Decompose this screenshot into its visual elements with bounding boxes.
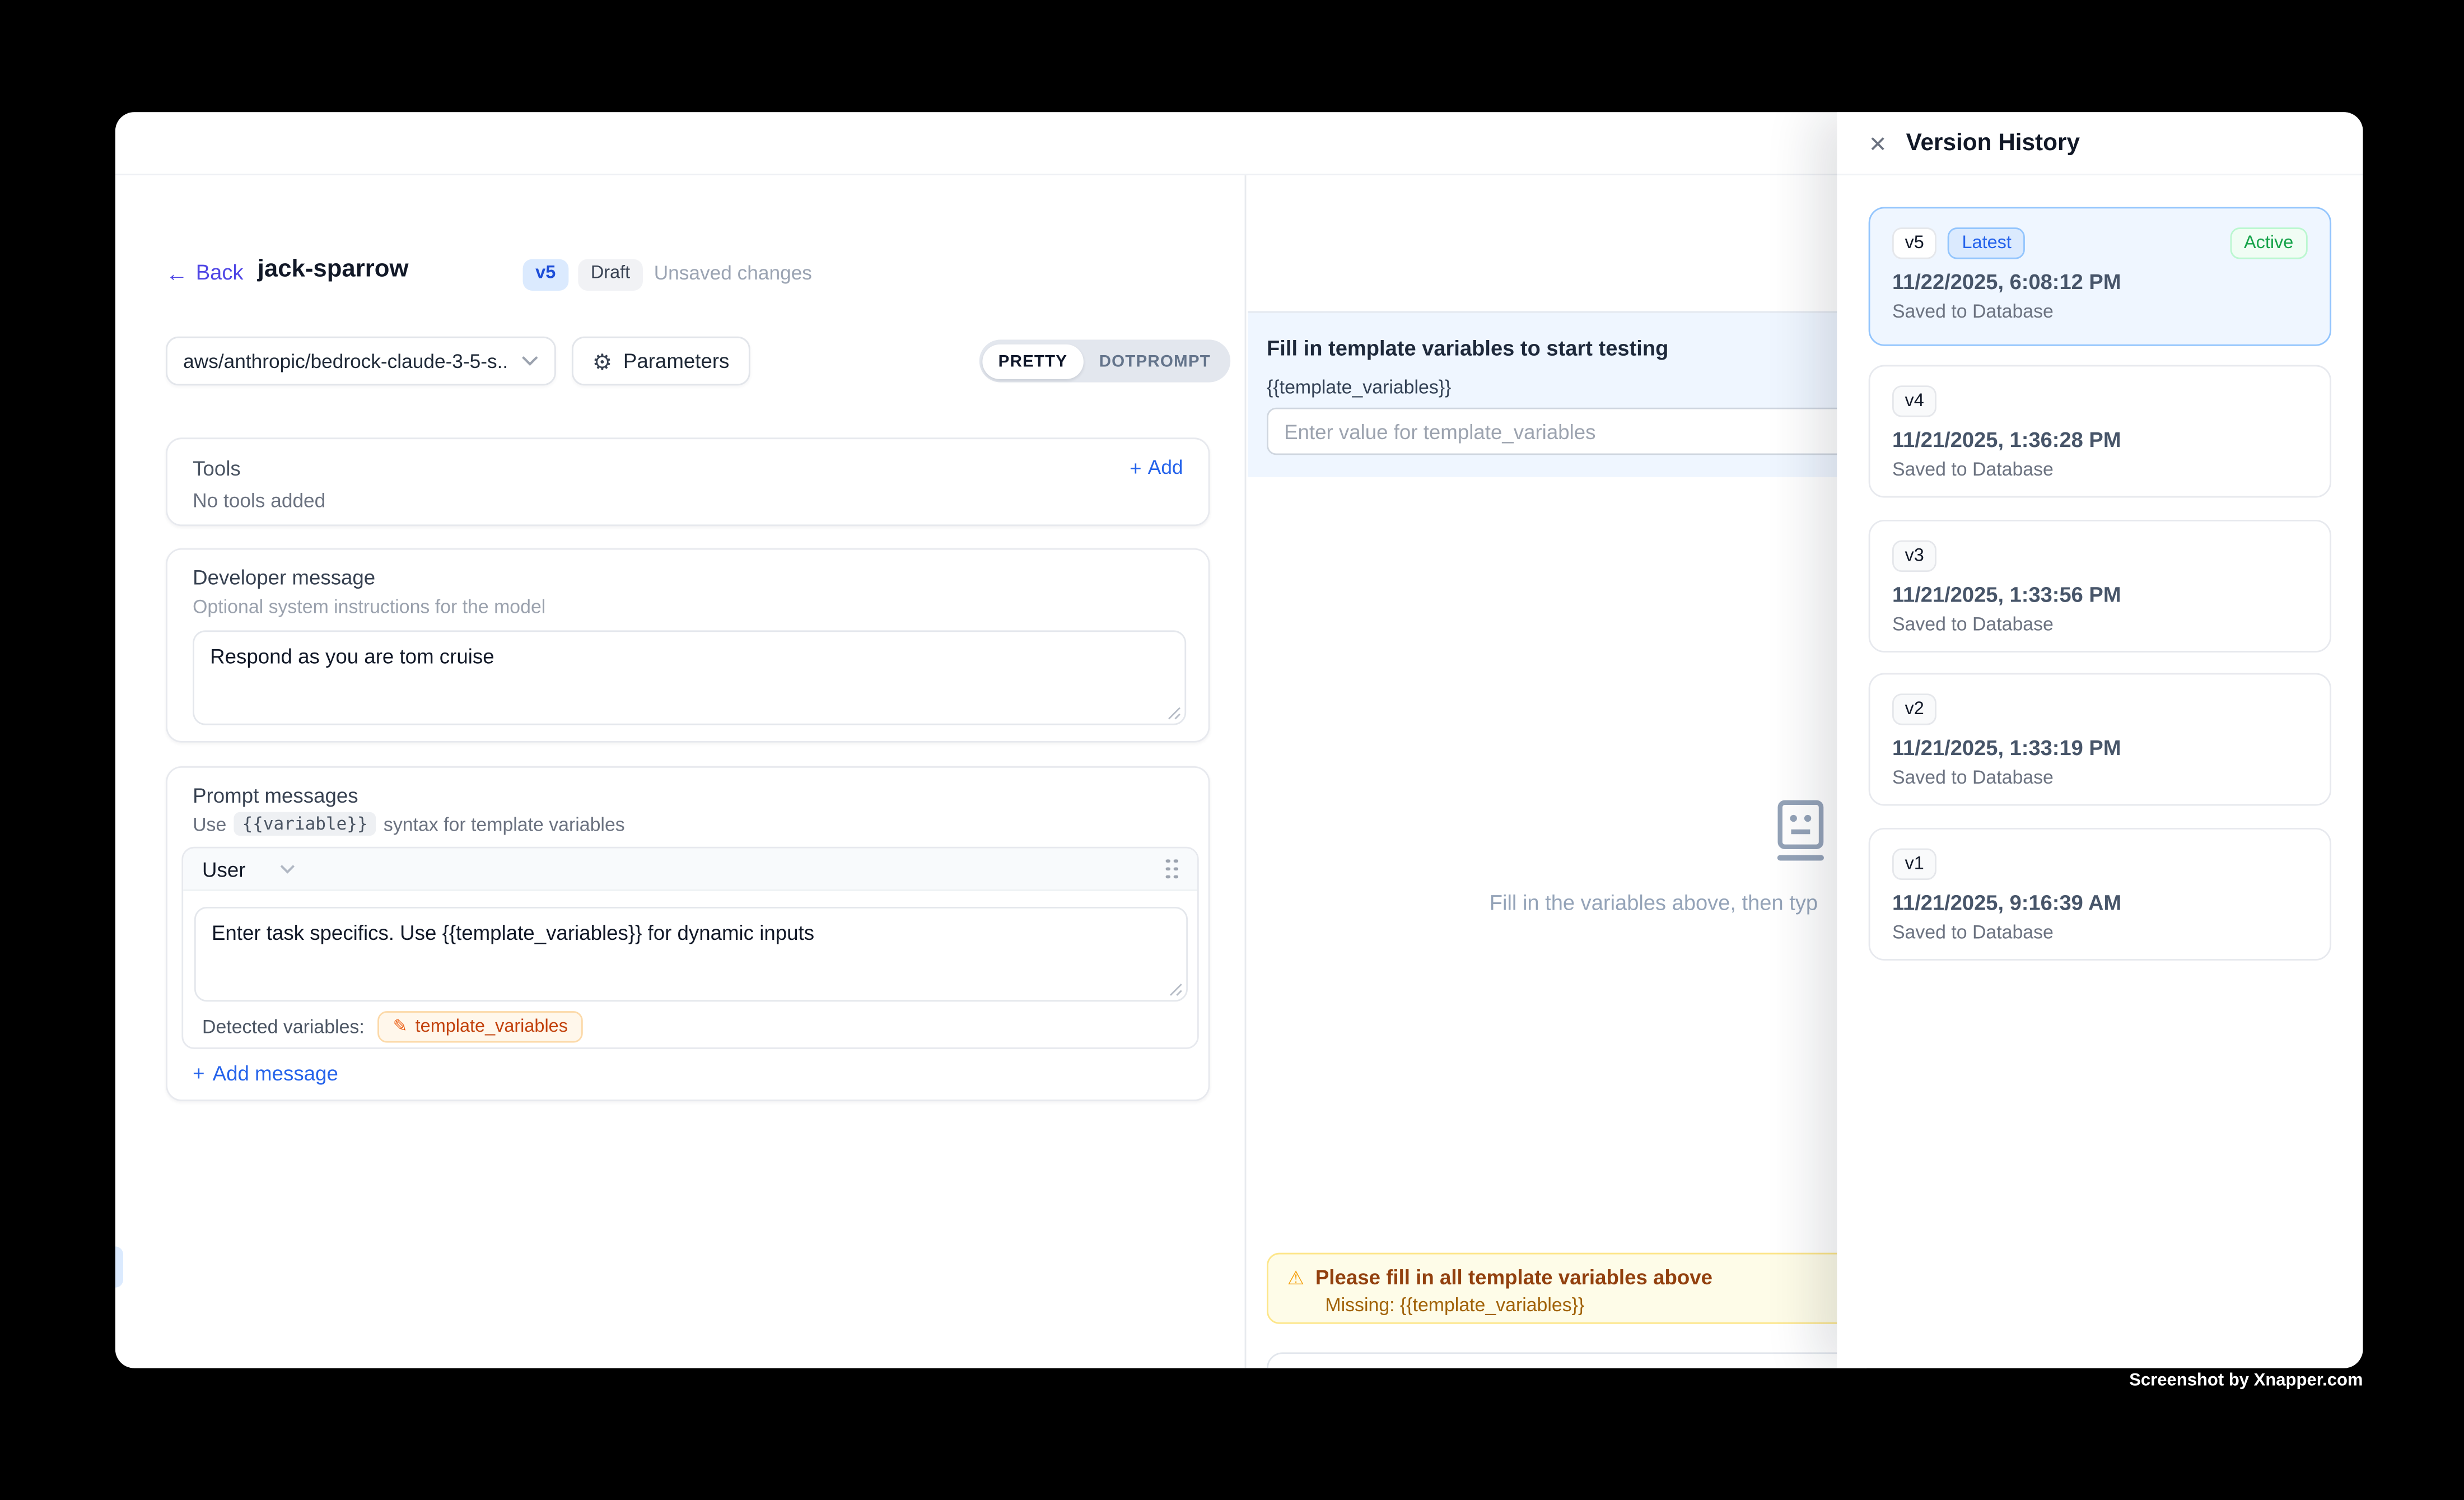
plus-icon: + (193, 1063, 204, 1084)
version-saved-text: Saved to Database (1892, 921, 2054, 943)
toggle-pretty[interactable]: PRETTY (982, 343, 1083, 378)
prompt-messages-title: Prompt messages (193, 784, 358, 807)
developer-message-title: Developer message (193, 566, 375, 589)
version-timestamp: 11/21/2025, 1:33:19 PM (1892, 736, 2121, 760)
version-card-v5[interactable]: v5 Latest Active 11/22/2025, 6:08:12 PM … (1869, 207, 2331, 346)
developer-message-subtitle: Optional system instructions for the mod… (193, 595, 545, 617)
subtitle-suffix: syntax for template variables (384, 813, 625, 835)
version-saved-text: Saved to Database (1892, 300, 2054, 322)
template-variables-header: Fill in template variables to start test… (1267, 337, 1668, 360)
role-selector[interactable]: User (202, 857, 296, 881)
version-card-v2[interactable]: v2 11/21/2025, 1:33:19 PM Saved to Datab… (1869, 673, 2331, 806)
unsaved-changes-text: Unsaved changes (654, 262, 812, 284)
draft-badge: Draft (578, 259, 642, 290)
version-timestamp: 11/22/2025, 6:08:12 PM (1892, 270, 2121, 294)
detected-variable-chip[interactable]: ✎ template_variables (377, 1011, 584, 1042)
version-history-panel: ✕ Version History v5 Latest Active 11/22… (1837, 112, 2363, 1368)
detected-variable-name: template_variables (416, 1017, 568, 1036)
missing-variables-warning: ⚠ Please fill in all template variables … (1267, 1253, 1867, 1324)
prompt-messages-subtitle: Use {{variable}} syntax for template var… (193, 812, 625, 836)
developer-message-input[interactable]: Respond as you are tom cruise (193, 630, 1186, 725)
version-history-header: ✕ Version History (1837, 112, 2363, 175)
editor-column: ← Back jack-sparrow v5 Draft Unsaved cha… (115, 175, 1246, 1368)
message-role-header: User (183, 849, 1197, 891)
tools-empty-text: No tools added (193, 490, 325, 511)
version-card-v4[interactable]: v4 11/21/2025, 1:36:28 PM Saved to Datab… (1869, 365, 2331, 498)
template-variable-input[interactable] (1267, 408, 1867, 455)
black-backdrop: ← Back jack-sparrow v5 Draft Unsaved cha… (0, 0, 2464, 1500)
warning-title-text: Please fill in all template variables ab… (1315, 1265, 1712, 1289)
tools-title: Tools (193, 456, 241, 480)
version-card-v3[interactable]: v3 11/21/2025, 1:33:56 PM Saved to Datab… (1869, 520, 2331, 653)
version-number-badge: v2 (1892, 693, 1936, 725)
version-saved-text: Saved to Database (1892, 458, 2054, 480)
tools-card: Tools + Add No tools added (166, 437, 1210, 526)
bot-message-icon (1771, 799, 1831, 865)
prompt-header-row: ← Back jack-sparrow v5 Draft Unsaved cha… (115, 175, 1245, 302)
add-message-label: Add message (213, 1061, 338, 1085)
active-badge: Active (2230, 227, 2308, 259)
version-saved-text: Saved to Database (1892, 613, 2054, 635)
detected-variables-label: Detected variables: (202, 1016, 365, 1038)
parameters-label: Parameters (623, 349, 730, 372)
plus-icon: + (1130, 458, 1141, 478)
developer-message-card: Developer message Optional system instru… (166, 548, 1210, 743)
chevron-down-icon (521, 356, 539, 367)
model-selector[interactable]: aws/anthropic/bedrock-claude-3-5-s... (166, 337, 556, 385)
warning-icon: ⚠ (1287, 1268, 1304, 1287)
subtitle-prefix: Use (193, 813, 226, 835)
prompt-messages-card: Prompt messages Use {{variable}} syntax … (166, 766, 1210, 1101)
toggle-dotprompt[interactable]: DOTPROMPT (1083, 343, 1226, 378)
add-message-button[interactable]: + Add message (193, 1061, 338, 1085)
model-selector-value: aws/anthropic/bedrock-claude-3-5-s... (183, 350, 508, 372)
user-message-input[interactable]: Enter task specifics. Use {{template_var… (194, 907, 1188, 1001)
version-timestamp: 11/21/2025, 9:16:39 AM (1892, 891, 2121, 915)
page-title: jack-sparrow (258, 256, 409, 285)
version-number-badge: v3 (1892, 541, 1936, 572)
version-history-title: Version History (1906, 129, 2080, 156)
version-card-v1[interactable]: v1 11/21/2025, 9:16:39 AM Saved to Datab… (1869, 828, 2331, 961)
gear-icon: ⚙ (592, 350, 612, 372)
format-toggle: PRETTY DOTPROMPT (979, 339, 1230, 382)
edge-peek-element (115, 1246, 123, 1287)
warning-detail-text: Missing: {{template_variables}} (1325, 1294, 1846, 1316)
version-number-badge: v5 (1892, 227, 1936, 259)
chat-input-sliver[interactable] (1267, 1352, 1867, 1368)
chevron-down-icon (281, 864, 296, 874)
template-variable-label: {{template_variables}} (1267, 376, 1451, 398)
add-tool-button[interactable]: + Add (1130, 456, 1183, 478)
version-number-badge: v4 (1892, 385, 1936, 417)
version-badge: v5 (523, 259, 568, 290)
parameters-button[interactable]: ⚙ Parameters (572, 337, 750, 385)
version-timestamp: 11/21/2025, 1:33:56 PM (1892, 583, 2121, 607)
app-window: ← Back jack-sparrow v5 Draft Unsaved cha… (115, 112, 2363, 1368)
latest-badge: Latest (1948, 227, 2026, 259)
back-arrow-icon: ← (166, 262, 188, 283)
role-value: User (202, 857, 245, 881)
message-block: User Enter task specifics. Use {{templat… (181, 847, 1198, 1049)
detected-variables-row: Detected variables: ✎ template_variables (202, 1011, 584, 1042)
add-tool-label: Add (1148, 456, 1183, 478)
close-icon[interactable]: ✕ (1869, 132, 1887, 154)
xnapper-watermark: Screenshot by Xnapper.com (2129, 1371, 2363, 1390)
back-button[interactable]: ← Back (166, 260, 243, 284)
version-number-badge: v1 (1892, 849, 1936, 880)
drag-handle-icon[interactable] (1166, 859, 1179, 879)
version-saved-text: Saved to Database (1892, 766, 2054, 788)
variable-syntax-chip: {{variable}} (234, 812, 375, 836)
pencil-icon: ✎ (393, 1018, 408, 1036)
back-label: Back (196, 260, 244, 284)
version-timestamp: 11/21/2025, 1:36:28 PM (1892, 428, 2121, 451)
empty-state-text: Fill in the variables above, then typ (1490, 891, 1818, 915)
